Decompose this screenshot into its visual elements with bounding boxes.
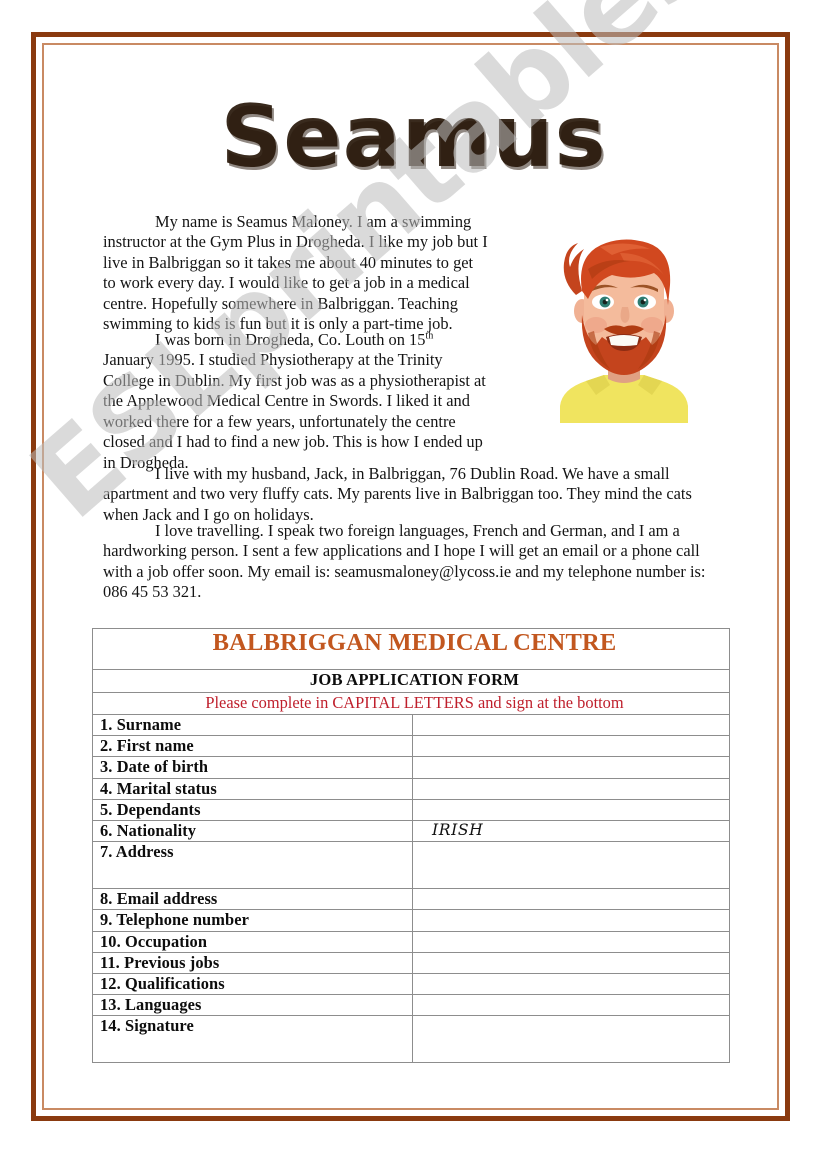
form-field-value: [420, 757, 432, 775]
form-field-value: [420, 800, 432, 818]
form-field-row: 11. Previous jobs: [92, 951, 730, 974]
form-field-row: 6. Nationality IRISH: [92, 819, 730, 843]
form-field-input[interactable]: [412, 841, 730, 890]
form-field-input[interactable]: [412, 1015, 730, 1064]
story-paragraph-4: I love travelling. I speak two foreign l…: [103, 521, 715, 603]
paragraph-2-part-b: January 1995. I studied Physiotherapy at…: [103, 350, 486, 472]
form-heading: JOB APPLICATION FORM: [309, 670, 520, 689]
story-paragraph-1: My name is Seamus Maloney. I am a swimmi…: [103, 212, 488, 335]
form-field-label: 3. Date of birth: [92, 756, 413, 779]
form-field-value: [420, 953, 432, 971]
form-field-input[interactable]: [412, 930, 730, 953]
form-field-label: 9. Telephone number: [92, 909, 413, 932]
story-paragraph-2: I was born in Drogheda, Co. Louth on 15t…: [103, 330, 488, 473]
form-field-row: 1. Surname: [92, 713, 730, 737]
form-field-row: 7. Address: [92, 841, 730, 890]
page-title: Seamus: [217, 83, 604, 183]
form-field-row: 9. Telephone number: [92, 909, 730, 932]
form-field-value: [420, 1016, 432, 1034]
form-field-label: 7. Address: [92, 841, 413, 890]
form-field-label: 5. Dependants: [92, 798, 413, 821]
form-field-label: 6. Nationality: [92, 819, 413, 843]
form-heading-row: JOB APPLICATION FORM: [92, 669, 730, 693]
paragraph-2-part-a: I was born in Drogheda, Co. Louth on 15: [155, 330, 426, 349]
form-field-value: [420, 995, 432, 1013]
form-field-row: 8. Email address: [92, 888, 730, 911]
form-centre-name-cell: BALBRIGGAN MEDICAL CENTRE: [92, 628, 730, 670]
avatar: [526, 233, 722, 423]
form-field-value: [420, 932, 432, 950]
form-field-row: 4. Marital status: [92, 777, 730, 800]
paragraph-text: My name is Seamus Maloney. I am a swimmi…: [103, 212, 488, 334]
form-field-input[interactable]: [412, 756, 730, 779]
form-field-value: [420, 736, 432, 754]
form-field-label: 8. Email address: [92, 888, 413, 911]
form-field-label: 4. Marital status: [92, 777, 413, 800]
form-field-label: 2. First name: [92, 735, 413, 758]
form-field-label: 12. Qualifications: [92, 972, 413, 996]
form-field-label: 10. Occupation: [92, 930, 413, 953]
form-field-input[interactable]: [412, 888, 730, 911]
form-field-label: 1. Surname: [92, 713, 413, 737]
form-instruction-cell: Please complete in CAPITAL LETTERS and s…: [92, 692, 730, 715]
form-field-input[interactable]: [412, 994, 730, 1017]
form-field-input[interactable]: [412, 972, 730, 996]
paragraph-text: I live with my husband, Jack, in Balbrig…: [103, 464, 692, 524]
story-paragraph-3: I live with my husband, Jack, in Balbrig…: [103, 464, 715, 525]
form-instruction: Please complete in CAPITAL LETTERS and s…: [205, 693, 624, 712]
form-field-value: [420, 889, 432, 907]
form-heading-cell: JOB APPLICATION FORM: [92, 669, 730, 693]
form-field-value: [420, 974, 432, 992]
form-field-row: 12. Qualifications: [92, 972, 730, 996]
form-field-label: 11. Previous jobs: [92, 951, 413, 974]
form-centre-name: BALBRIGGAN MEDICAL CENTRE: [212, 629, 617, 656]
form-field-row: 10. Occupation: [92, 930, 730, 953]
paragraph-text: I love travelling. I speak two foreign l…: [103, 521, 706, 602]
form-field-input[interactable]: [412, 951, 730, 974]
form-field-row: 3. Date of birth: [92, 756, 730, 779]
form-field-input[interactable]: [412, 777, 730, 800]
page-title-container: Seamus: [0, 83, 821, 183]
form-field-input[interactable]: [412, 798, 730, 821]
form-field-value: [420, 779, 432, 797]
form-field-row: 2. First name: [92, 735, 730, 758]
paragraph-text: I was born in Drogheda, Co. Louth on 15t…: [103, 330, 488, 473]
form-field-row: 5. Dependants: [92, 798, 730, 821]
form-field-row: 14. Signature: [92, 1015, 730, 1064]
form-field-value: [420, 715, 432, 733]
form-field-label: 13. Languages: [92, 994, 413, 1017]
job-application-form-table: BALBRIGGAN MEDICAL CENTRE JOB APPLICATIO…: [92, 628, 730, 1064]
form-field-value: [420, 910, 432, 928]
form-instruction-row: Please complete in CAPITAL LETTERS and s…: [92, 692, 730, 715]
form-field-value: IRISH: [432, 820, 484, 839]
form-field-input[interactable]: IRISH: [412, 819, 730, 843]
form-field-label: 14. Signature: [92, 1015, 413, 1064]
form-centre-name-row: BALBRIGGAN MEDICAL CENTRE: [92, 628, 730, 670]
form-field-row: 13. Languages: [92, 994, 730, 1017]
form-field-input[interactable]: [412, 713, 730, 737]
ordinal-suffix: th: [425, 330, 434, 342]
form-field-input[interactable]: [412, 909, 730, 932]
form-field-value: [420, 842, 432, 860]
form-field-input[interactable]: [412, 735, 730, 758]
